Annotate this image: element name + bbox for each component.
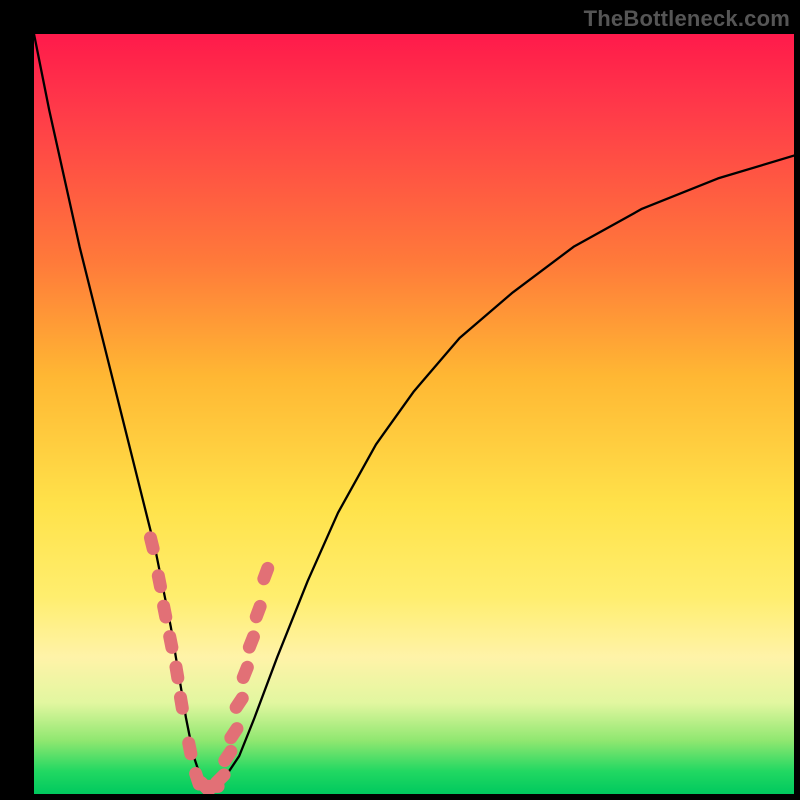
watermark-text: TheBottleneck.com [584,6,790,32]
curve-overlay [34,34,794,794]
sample-point [255,560,276,587]
sample-point [156,599,173,625]
sample-point [222,720,246,747]
bottleneck-curve [34,34,794,786]
sample-point [173,690,190,716]
sample-points-group [143,530,277,794]
sample-point [235,659,256,686]
plot-area [34,34,794,794]
chart-frame: TheBottleneck.com [0,0,800,800]
sample-point [143,530,161,556]
sample-point [151,568,168,594]
sample-point [162,629,179,655]
sample-point [216,742,240,769]
sample-point [169,659,186,685]
sample-point [248,598,269,625]
sample-point [227,689,251,716]
sample-point [181,735,198,761]
sample-point [241,628,262,655]
